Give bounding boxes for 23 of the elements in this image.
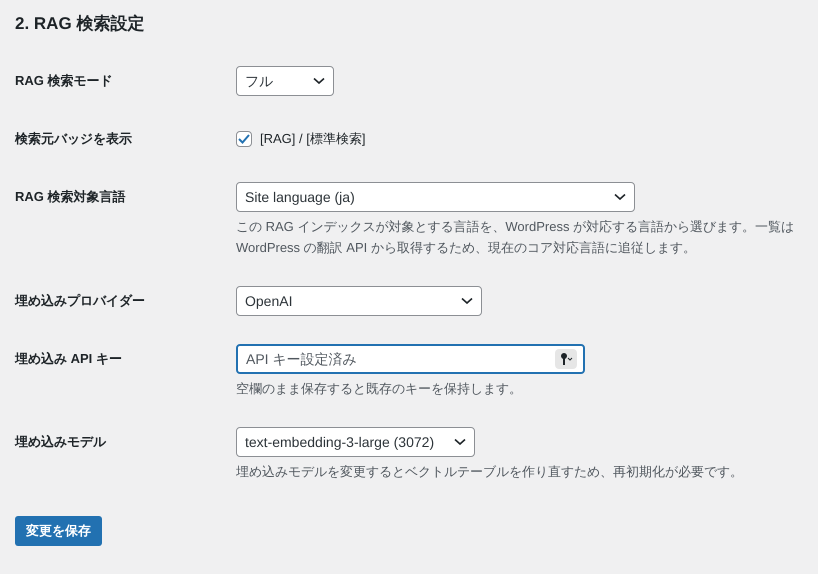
field-description: この RAG インデックスが対象とする言語を、WordPress が対応する言語から選びます。一覧は WordPress の翻訳 API から取得するため、現在のコア対応言語に追従します。 — [236, 218, 796, 257]
field-label: RAG 検索対象言語 — [15, 188, 126, 206]
select-dropdown[interactable]: フル — [236, 66, 334, 96]
field-label: 埋め込み API キー — [15, 350, 122, 368]
chevron-down-icon — [454, 438, 466, 446]
chevron-down-icon — [461, 297, 473, 305]
chevron-down-icon — [614, 193, 626, 201]
field-description: 埋め込みモデルを変更するとベクトルテーブルを作り直すため、再初期化が必要です。 — [236, 463, 744, 481]
field-label: RAG 検索モード — [15, 72, 112, 90]
field-label: 検索元バッジを表示 — [15, 130, 132, 148]
field-description: 空欄のまま保存すると既存のキーを保持します。 — [236, 380, 523, 398]
select-dropdown[interactable]: Site language (ja) — [236, 182, 635, 212]
key-icon[interactable] — [555, 349, 577, 369]
checkbox[interactable] — [236, 131, 252, 147]
select-dropdown[interactable]: text-embedding-3-large (3072) — [236, 427, 475, 457]
checkbox-label: [RAG] / [標準検索] — [260, 130, 366, 148]
select-dropdown[interactable]: OpenAI — [236, 286, 482, 316]
api-key-field[interactable]: API キー設定済み — [236, 344, 585, 374]
chevron-down-icon — [313, 77, 325, 85]
field-label: 埋め込みモデル — [15, 433, 106, 452]
field-label: 埋め込みプロバイダー — [15, 292, 145, 310]
section-title: 2. RAG 検索設定 — [15, 13, 146, 35]
save-button[interactable]: 変更を保存 — [15, 516, 102, 546]
